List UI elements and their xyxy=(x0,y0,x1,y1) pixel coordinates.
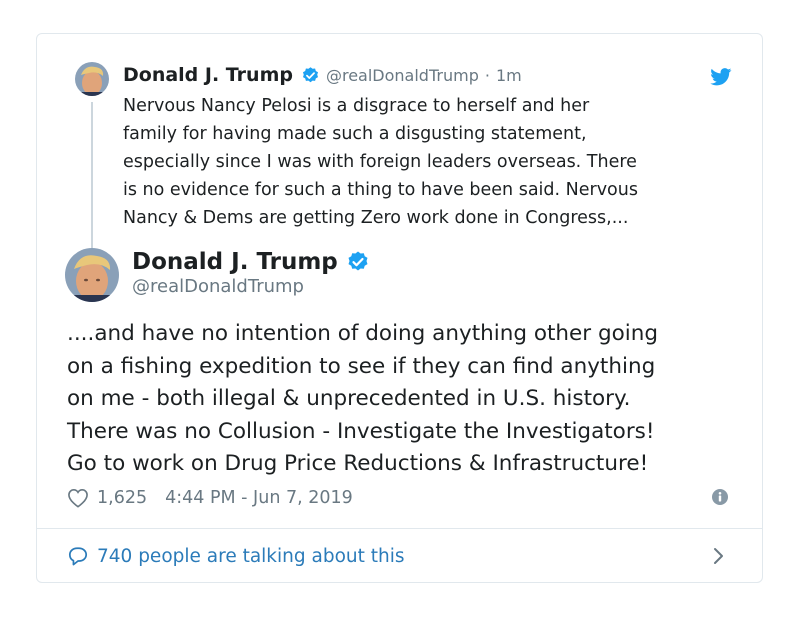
footer-divider xyxy=(37,528,762,529)
chevron-right-icon[interactable] xyxy=(712,546,726,566)
parent-tweet-text: Nervous Nancy Pelosi is a disgrace to he… xyxy=(123,96,638,228)
talking-count-label[interactable]: 740 people are talking about this xyxy=(97,546,405,567)
verified-badge-icon xyxy=(302,66,319,82)
parent-tweet-time[interactable]: 1m xyxy=(496,66,522,85)
info-icon[interactable] xyxy=(712,489,728,505)
main-author-name[interactable]: Donald J. Trump xyxy=(132,249,338,275)
heart-icon[interactable] xyxy=(67,488,89,508)
main-tweet-text: ....and have no intention of doing anyth… xyxy=(67,321,658,476)
parent-avatar[interactable] xyxy=(75,62,109,96)
embedded-tweet-card[interactable]: Donald J. Trump @realDonaldTrump · 1m Ne… xyxy=(36,33,763,583)
twitter-bird-icon[interactable] xyxy=(710,68,732,86)
main-avatar[interactable] xyxy=(65,248,119,302)
parent-author-handle[interactable]: @realDonaldTrump xyxy=(326,66,479,85)
tweet-timestamp[interactable]: 4:44 PM - Jun 7, 2019 xyxy=(165,488,353,508)
main-author-row: Donald J. Trump xyxy=(132,249,370,275)
thread-connector-line xyxy=(91,102,93,270)
header-separator: · xyxy=(484,65,490,85)
like-count[interactable]: 1,625 xyxy=(97,488,147,508)
conversation-link[interactable]: 740 people are talking about this xyxy=(67,542,405,570)
speech-bubble-icon xyxy=(68,547,88,566)
parent-tweet-header: Donald J. Trump @realDonaldTrump · 1m xyxy=(123,62,522,88)
parent-author-name[interactable]: Donald J. Trump xyxy=(123,64,293,86)
tweet-meta-row: 1,625 4:44 PM - Jun 7, 2019 xyxy=(67,486,353,510)
main-author-handle[interactable]: @realDonaldTrump xyxy=(132,276,304,297)
verified-badge-icon xyxy=(348,251,368,271)
